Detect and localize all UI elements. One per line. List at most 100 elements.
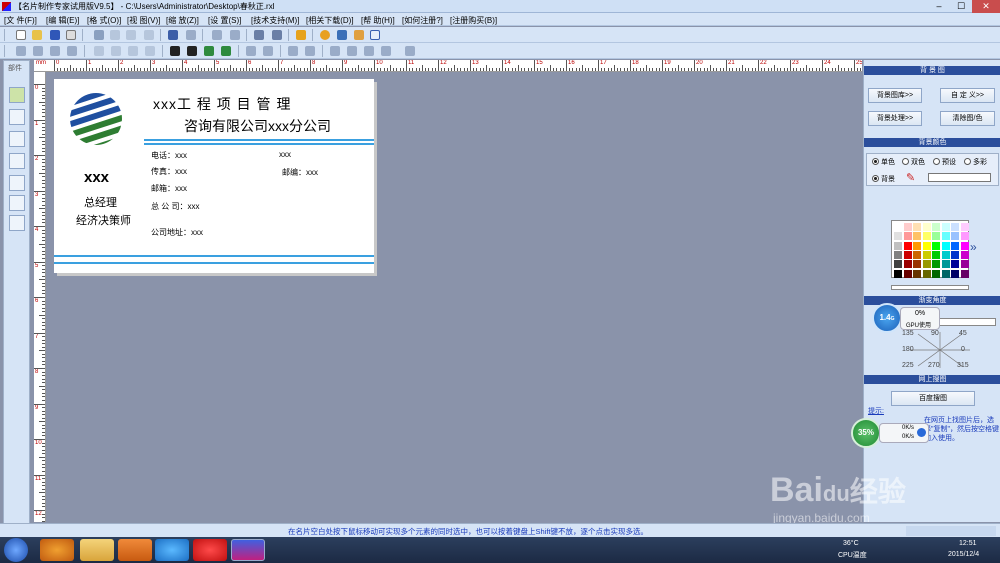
custom-bg-button[interactable]: 自 定 义>> — [940, 88, 995, 103]
hq-text[interactable]: 总 公 司：xxx — [151, 201, 199, 212]
color-palette-grid[interactable] — [891, 220, 969, 278]
rectangle-tool-icon[interactable] — [9, 195, 25, 211]
angle-135[interactable]: 135 — [902, 330, 914, 337]
menu-format[interactable]: [格 式(O)] — [87, 15, 121, 26]
color-swatch[interactable] — [960, 223, 969, 231]
eyedropper-icon[interactable]: ✎ — [906, 171, 915, 184]
color-swatch[interactable] — [903, 241, 912, 250]
menu-support[interactable]: [技术支持(M)] — [251, 15, 299, 26]
color-swatch[interactable] — [932, 269, 940, 278]
print-preview-icon[interactable] — [66, 30, 76, 40]
image-icon[interactable] — [337, 30, 347, 40]
color-swatch[interactable] — [932, 250, 940, 259]
color-swatch[interactable] — [932, 223, 940, 231]
color-swatch[interactable] — [951, 223, 959, 231]
color-swatch[interactable] — [922, 269, 931, 278]
color-swatch[interactable] — [951, 241, 959, 250]
taskbar-app-media-icon[interactable] — [118, 539, 152, 561]
same-width-icon[interactable] — [288, 46, 298, 56]
color-swatch[interactable] — [932, 260, 940, 269]
bring-front-icon[interactable] — [204, 46, 214, 56]
zoom-in-icon[interactable] — [254, 30, 264, 40]
menu-downloads[interactable]: [相关下载(D)] — [306, 15, 354, 26]
company-line1[interactable]: xxx工 程 项 目 管 理 — [153, 94, 291, 114]
person-name[interactable]: xxx — [84, 169, 109, 186]
color-swatch[interactable] — [903, 223, 912, 231]
taskbar-app-opera-icon[interactable] — [193, 539, 227, 561]
color-swatch[interactable] — [903, 250, 912, 259]
taskbar-app-cardmaker-icon[interactable] — [231, 539, 265, 561]
color-swatch[interactable] — [903, 260, 912, 269]
redo-icon[interactable] — [186, 30, 196, 40]
color-preview[interactable] — [928, 173, 991, 182]
move-up-icon[interactable] — [94, 46, 104, 56]
angle-270[interactable]: 270 — [928, 362, 940, 369]
bg-process-button[interactable]: 背景处理>> — [868, 111, 922, 126]
last-page-icon[interactable] — [381, 46, 391, 56]
color-swatch[interactable] — [941, 250, 950, 259]
color-swatch[interactable] — [941, 260, 950, 269]
clock-date[interactable]: 2015/12/4 — [948, 551, 979, 558]
angle-0[interactable]: 0 — [961, 346, 965, 353]
text-align-left-icon[interactable] — [170, 46, 180, 56]
minimize-button[interactable]: – — [928, 0, 950, 13]
move-right-icon[interactable] — [145, 46, 155, 56]
color-swatch[interactable] — [894, 223, 902, 231]
color-swatch[interactable] — [941, 241, 950, 250]
phone-text[interactable]: 电话：xxx — [151, 150, 187, 161]
color-swatch[interactable] — [941, 223, 950, 231]
first-page-icon[interactable] — [330, 46, 340, 56]
menu-help[interactable]: [帮 助(H)] — [361, 15, 395, 26]
paste-icon[interactable] — [126, 30, 136, 40]
line-tool-icon[interactable] — [9, 175, 25, 191]
color-swatch[interactable] — [913, 223, 921, 231]
new-icon[interactable] — [16, 30, 26, 40]
taskbar-app-explorer-icon[interactable] — [80, 539, 114, 561]
speed-boost-icon[interactable] — [917, 428, 926, 437]
close-button[interactable]: ✕ — [972, 0, 1000, 13]
color-swatch[interactable] — [894, 250, 902, 259]
company-line2[interactable]: 咨询有限公司xxx分公司 — [184, 116, 331, 136]
cut-icon[interactable] — [94, 30, 104, 40]
menu-register-how[interactable]: [如何注册?] — [402, 15, 443, 26]
color-swatch[interactable] — [894, 232, 902, 241]
tray-status-icons[interactable] — [884, 543, 944, 557]
taskbar-app-player-icon[interactable] — [155, 539, 189, 561]
radio-double[interactable]: 双色 — [902, 157, 925, 167]
color-swatch[interactable] — [913, 269, 921, 278]
menu-edit[interactable]: [编 辑(E)] — [46, 15, 79, 26]
chart-tool-icon[interactable] — [9, 153, 25, 169]
color-swatch[interactable] — [951, 260, 959, 269]
undo-icon[interactable] — [168, 30, 178, 40]
address-text[interactable]: 公司地址：xxx — [151, 227, 203, 238]
angle-180[interactable]: 180 — [902, 346, 914, 353]
gpu-gauge[interactable]: 1.4G — [872, 303, 902, 333]
color-swatch[interactable] — [913, 250, 921, 259]
color-swatch[interactable] — [913, 241, 921, 250]
color-swatch[interactable] — [903, 232, 912, 241]
angle-45[interactable]: 45 — [959, 330, 967, 337]
next-page-icon[interactable] — [364, 46, 374, 56]
color-swatch[interactable] — [903, 269, 912, 278]
move-left-icon[interactable] — [128, 46, 138, 56]
same-height-icon[interactable] — [305, 46, 315, 56]
text-align-center-icon[interactable] — [187, 46, 197, 56]
email-text[interactable]: 邮箱：xxx — [151, 183, 187, 194]
ime-toolbar[interactable] — [906, 526, 996, 536]
maximize-button[interactable]: ☐ — [950, 0, 972, 13]
more-colors-icon[interactable]: » — [970, 240, 977, 254]
grid-icon[interactable] — [405, 46, 415, 56]
delete-icon[interactable] — [144, 30, 154, 40]
menu-view[interactable]: [视 图(V)] — [127, 15, 160, 26]
color-swatch[interactable] — [941, 269, 950, 278]
image-tool-icon[interactable] — [9, 131, 25, 147]
ungroup-icon[interactable] — [230, 30, 240, 40]
angle-90[interactable]: 90 — [931, 330, 939, 337]
color-swatch[interactable] — [913, 232, 921, 241]
color-swatch[interactable] — [913, 260, 921, 269]
color-swatch[interactable] — [932, 232, 940, 241]
select-tool-icon[interactable] — [9, 87, 25, 103]
menu-zoom[interactable]: [缩 放(Z)] — [166, 15, 199, 26]
save-icon[interactable] — [50, 30, 60, 40]
postcode-text[interactable]: 邮编：xxx — [282, 167, 318, 178]
